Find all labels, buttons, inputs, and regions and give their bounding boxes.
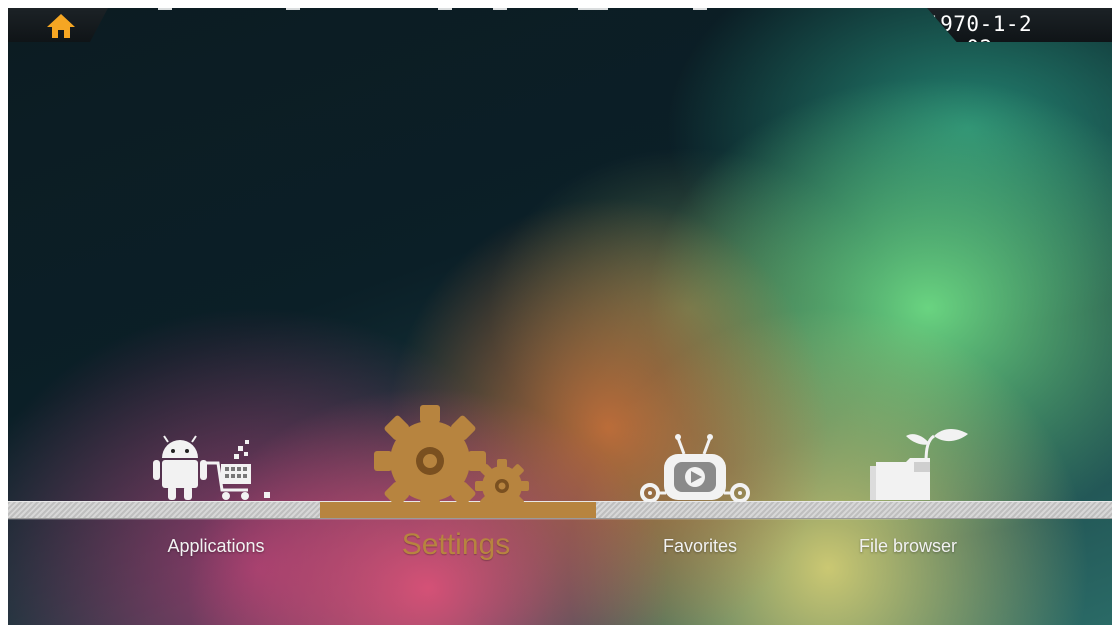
datetime-display: 1970-1-2 10:02 xyxy=(927,12,1033,60)
android-cart-icon xyxy=(153,435,270,500)
clock-tab: 1970-1-2 10:02 xyxy=(927,8,1112,42)
dock-item-favorites[interactable]: Favorites xyxy=(610,418,790,588)
home-icon[interactable] xyxy=(46,13,76,39)
dock-label-file-browser: File browser xyxy=(858,536,958,556)
dock-item-settings[interactable]: Settings xyxy=(366,405,546,588)
gears-icon xyxy=(374,405,529,503)
dock-item-file-browser[interactable]: File browser xyxy=(818,418,998,588)
dock-label-favorites: Favorites xyxy=(662,536,738,556)
tv-play-icon xyxy=(640,434,750,502)
dock-item-applications[interactable]: Applications xyxy=(126,418,306,588)
folder-sprout-icon xyxy=(870,429,968,500)
launcher-screen: 1970-1-2 10:02 Applications Settings Fav… xyxy=(8,8,1112,625)
dock-label-settings: Settings xyxy=(401,528,511,561)
dock-label-applications: Applications xyxy=(167,536,265,556)
top-edge-marks xyxy=(108,8,928,12)
